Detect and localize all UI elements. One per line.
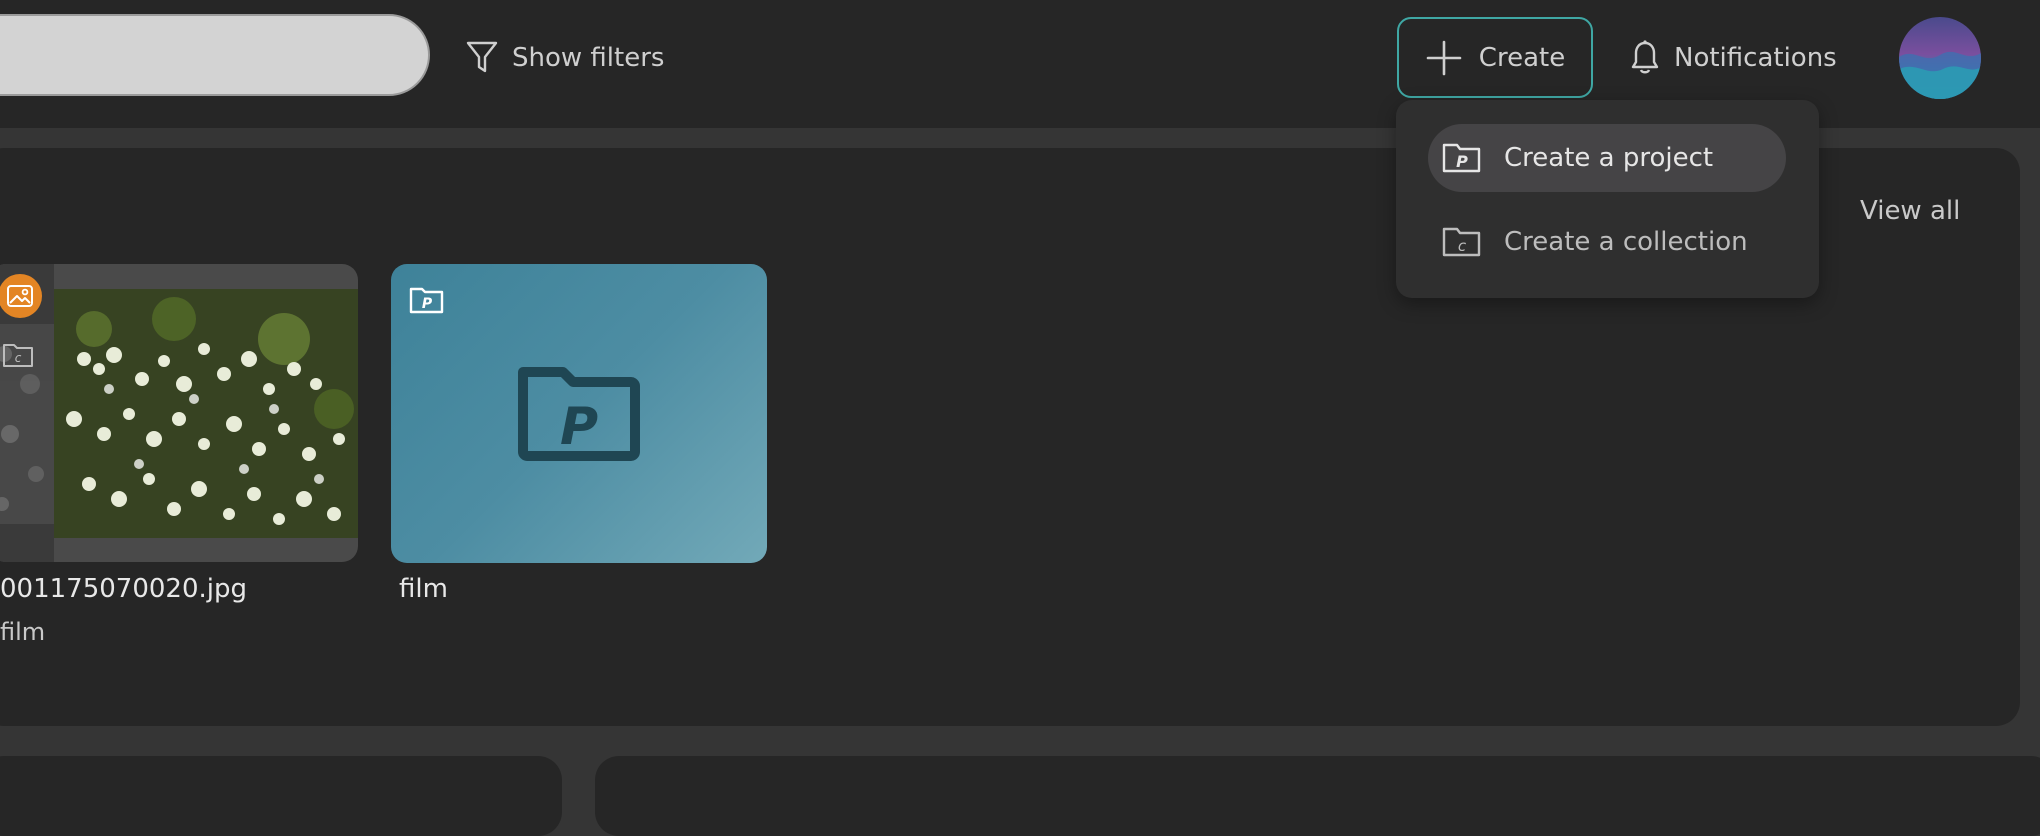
project-folder-icon: P (1442, 143, 1481, 173)
svg-text:c: c (1458, 237, 1467, 255)
svg-text:P: P (422, 296, 433, 312)
filter-icon (466, 41, 498, 73)
create-dropdown-menu: P Create a project c Create a collection (1396, 100, 1819, 298)
notifications-button[interactable]: Notifications (1630, 38, 1837, 78)
avatar[interactable] (1899, 17, 1981, 99)
bell-icon (1631, 40, 1659, 74)
card-image-thumbnail (54, 289, 358, 538)
svg-text:P: P (1456, 152, 1468, 171)
svg-text:c: c (15, 351, 22, 365)
collection-folder-icon: c (3, 344, 33, 367)
plus-icon (1426, 40, 1462, 75)
create-collection-label: Create a collection (1504, 227, 1748, 257)
create-project-menu-item[interactable]: P Create a project (1428, 124, 1786, 192)
image-card[interactable] (0, 264, 358, 562)
card-subtitle: film (0, 618, 46, 646)
project-badge-icon: P (409, 287, 444, 314)
image-icon (7, 285, 33, 307)
create-label: Create (1478, 42, 1566, 73)
notifications-label: Notifications (1674, 43, 1837, 73)
card-title[interactable]: film (399, 574, 448, 604)
card-title[interactable]: 001175070020.jpg (0, 574, 247, 604)
image-type-badge (0, 274, 42, 318)
bottom-right-panel (595, 756, 2040, 836)
project-folder-icon: P (518, 367, 640, 461)
search-input[interactable] (0, 14, 430, 96)
create-collection-menu-item[interactable]: c Create a collection (1428, 208, 1786, 276)
create-button[interactable]: Create (1397, 17, 1593, 98)
show-filters-button[interactable]: Show filters (466, 38, 664, 78)
create-project-label: Create a project (1504, 143, 1714, 173)
svg-text:P: P (560, 397, 598, 457)
collection-badge: c (2, 342, 34, 372)
project-card[interactable]: P P (391, 264, 767, 563)
view-all-link[interactable]: View all (1860, 196, 1960, 226)
collection-folder-icon: c (1442, 227, 1481, 257)
show-filters-label: Show filters (512, 43, 665, 73)
bottom-left-panel (0, 756, 562, 836)
